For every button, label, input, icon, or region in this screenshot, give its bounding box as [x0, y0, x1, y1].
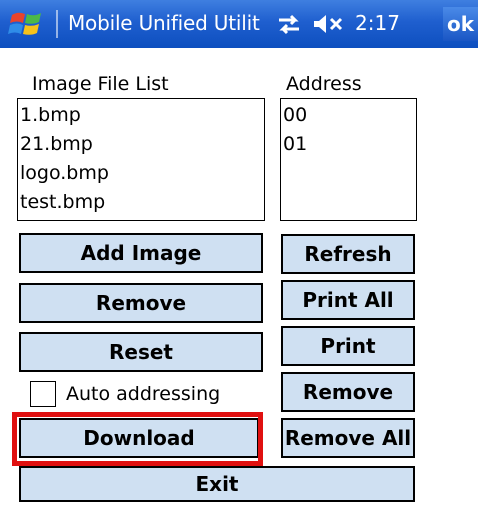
- ok-button[interactable]: ok: [443, 7, 478, 41]
- exit-button[interactable]: Exit: [19, 466, 415, 502]
- address-list[interactable]: 00 01: [280, 98, 417, 221]
- sync-icon[interactable]: [276, 12, 302, 36]
- remove-image-button[interactable]: Remove: [19, 283, 263, 323]
- reset-button[interactable]: Reset: [19, 332, 263, 372]
- window-title: Mobile Unified Utilit: [68, 11, 260, 35]
- title-bar: Mobile Unified Utilit 2:17 ok: [0, 0, 478, 48]
- list-item[interactable]: 21.bmp: [20, 130, 264, 159]
- print-button[interactable]: Print: [281, 326, 415, 366]
- highlight-box: [12, 412, 263, 466]
- list-item[interactable]: 00: [283, 101, 416, 130]
- list-item[interactable]: 1.bmp: [20, 101, 264, 130]
- add-image-button[interactable]: Add Image: [19, 233, 263, 273]
- list-item[interactable]: test.bmp: [20, 188, 264, 217]
- windows-start-icon[interactable]: [8, 9, 46, 39]
- auto-addressing-checkbox[interactable]: [30, 381, 56, 407]
- list-item[interactable]: logo.bmp: [20, 159, 264, 188]
- image-file-list-label: Image File List: [32, 73, 169, 95]
- list-item[interactable]: 01: [283, 130, 416, 159]
- refresh-button[interactable]: Refresh: [281, 234, 415, 274]
- auto-addressing-label: Auto addressing: [66, 383, 221, 405]
- speaker-muted-icon[interactable]: [312, 13, 352, 35]
- image-file-list[interactable]: 1.bmp 21.bmp logo.bmp test.bmp: [17, 98, 265, 221]
- title-separator: [56, 10, 58, 38]
- print-all-button[interactable]: Print All: [281, 280, 415, 320]
- clock[interactable]: 2:17: [355, 11, 400, 35]
- address-label: Address: [286, 73, 362, 95]
- remove-address-button[interactable]: Remove: [281, 372, 415, 412]
- remove-all-button[interactable]: Remove All: [281, 418, 415, 458]
